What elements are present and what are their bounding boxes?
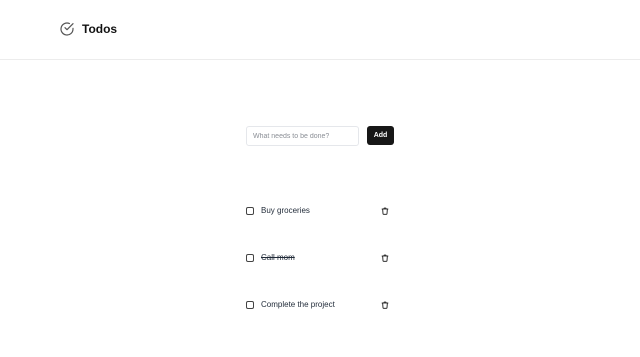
trash-icon[interactable] <box>381 301 389 309</box>
todo-item: Call mom <box>246 251 394 265</box>
trash-icon[interactable] <box>381 254 389 262</box>
todo-checkbox[interactable] <box>246 301 254 309</box>
todo-label: Call mom <box>261 253 295 262</box>
todo-label: Complete the project <box>261 300 335 309</box>
todo-item: Complete the project <box>246 298 394 312</box>
check-circle-icon <box>60 22 74 36</box>
todo-item: Buy groceries <box>246 204 394 218</box>
app-header: Todos <box>0 0 640 60</box>
todo-checkbox[interactable] <box>246 207 254 215</box>
add-button[interactable]: Add <box>367 126 394 145</box>
todo-label: Buy groceries <box>261 206 310 215</box>
trash-icon[interactable] <box>381 207 389 215</box>
todo-checkbox[interactable] <box>246 254 254 262</box>
new-todo-input[interactable] <box>246 126 359 146</box>
app-title: Todos <box>82 22 118 36</box>
